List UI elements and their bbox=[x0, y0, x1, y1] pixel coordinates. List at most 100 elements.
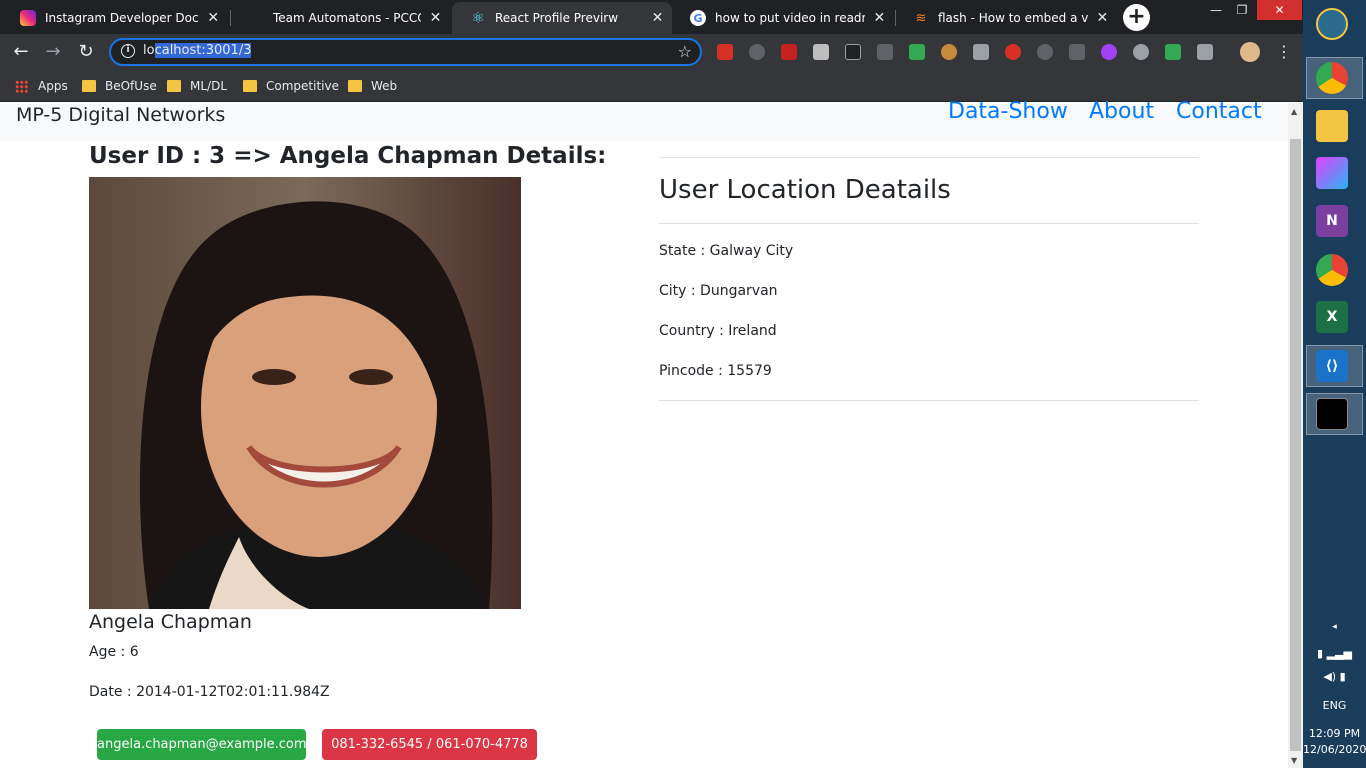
volume-icon[interactable]: ◀) ▮ bbox=[1303, 670, 1366, 683]
user-photo bbox=[89, 177, 521, 609]
nav-link-about[interactable]: About bbox=[1089, 99, 1154, 124]
phone-button[interactable]: 081-332-6545 / 061-070-4778 bbox=[322, 729, 537, 760]
location-country: Country : Ireland bbox=[659, 323, 777, 339]
tab-close-icon[interactable]: ✕ bbox=[429, 10, 442, 26]
bookmark-label: ML/DL bbox=[190, 79, 228, 93]
url-text[interactable]: localhost:3001/3 bbox=[143, 43, 252, 58]
divider bbox=[659, 223, 1199, 224]
cmd-icon[interactable] bbox=[1316, 398, 1348, 430]
folder-icon bbox=[82, 80, 96, 92]
bookmark-apps[interactable]: Apps bbox=[15, 77, 68, 95]
scroll-up-icon[interactable]: ▲ bbox=[1291, 107, 1297, 116]
tab-strip: Instagram Developer Docume ✕ Team Automa… bbox=[0, 0, 1303, 34]
pocket-icon[interactable] bbox=[1069, 44, 1085, 60]
address-bar[interactable]: i localhost:3001/3 ☆ bbox=[109, 38, 702, 66]
extension-pen-icon[interactable] bbox=[877, 44, 893, 60]
bookmark-label: BeOfUse bbox=[105, 79, 157, 93]
folder-icon bbox=[243, 80, 257, 92]
divider bbox=[659, 400, 1199, 401]
location-title: User Location Deatails bbox=[659, 175, 951, 205]
profile-avatar[interactable] bbox=[1240, 42, 1260, 62]
user-name: Angela Chapman bbox=[89, 611, 252, 633]
site-info-icon[interactable]: i bbox=[121, 44, 135, 58]
browser-toolbar: ← → ↻ i localhost:3001/3 ☆ ⋮ bbox=[0, 34, 1303, 70]
tab-instagram[interactable]: Instagram Developer Docume ✕ bbox=[2, 2, 228, 34]
scroll-down-icon[interactable]: ▼ bbox=[1291, 756, 1297, 765]
site-brand[interactable]: MP-5 Digital Networks bbox=[16, 104, 225, 126]
extension-circle-icon[interactable] bbox=[1037, 44, 1053, 60]
back-button[interactable]: ← bbox=[10, 41, 32, 63]
file-explorer-icon[interactable] bbox=[1316, 110, 1348, 142]
tab-google-search[interactable]: G how to put video in readme - ✕ bbox=[672, 2, 894, 34]
new-tab-button[interactable]: + bbox=[1123, 4, 1150, 31]
instagram-icon bbox=[20, 10, 36, 26]
chrome-icon[interactable] bbox=[1316, 62, 1348, 94]
folder-icon bbox=[348, 80, 362, 92]
user-heading: User ID : 3 => Angela Chapman Details: bbox=[89, 143, 607, 169]
tab-close-icon[interactable]: ✕ bbox=[1096, 10, 1109, 26]
bookmark-star-icon[interactable]: ☆ bbox=[678, 42, 692, 61]
tab-close-icon[interactable]: ✕ bbox=[873, 10, 886, 26]
extension-check-icon[interactable] bbox=[1165, 44, 1181, 60]
tab-title: Team Automatons - PCCOE C bbox=[273, 11, 421, 25]
bookmark-mldl[interactable]: ML/DL bbox=[167, 77, 227, 95]
forward-button[interactable]: → bbox=[42, 41, 64, 63]
tab-title: React Profile Previrw bbox=[495, 11, 619, 25]
scroll-thumb[interactable] bbox=[1290, 139, 1301, 751]
tab-react-profile[interactable]: ⚛ React Profile Previrw ✕ bbox=[452, 2, 672, 34]
url-selection: calhost:3001/3 bbox=[154, 43, 252, 58]
extension-grey-icon[interactable] bbox=[973, 44, 989, 60]
browser-window: Instagram Developer Docume ✕ Team Automa… bbox=[0, 0, 1303, 768]
restore-button[interactable]: ❐ bbox=[1229, 0, 1255, 20]
onenote-icon[interactable]: N bbox=[1316, 205, 1348, 237]
email-button[interactable]: angela.chapman@example.com bbox=[97, 729, 307, 760]
extension-face-icon[interactable] bbox=[1133, 44, 1149, 60]
tab-title: flash - How to embed a video bbox=[938, 11, 1088, 25]
adblock-plus-icon[interactable] bbox=[1005, 44, 1021, 60]
nav-link-data-show[interactable]: Data-Show bbox=[948, 99, 1068, 124]
windows-taskbar: N X ⟨⟩ ◂ ▮ ▂▃▅ ◀) ▮ ENG 12:09 PM 12/06/2… bbox=[1303, 0, 1366, 768]
reload-button[interactable]: ↻ bbox=[75, 41, 97, 63]
location-city: City : Dungarvan bbox=[659, 283, 778, 299]
extension-puzzle-icon[interactable] bbox=[781, 44, 797, 60]
extension-purple-icon[interactable] bbox=[1101, 44, 1117, 60]
window-close-button[interactable]: ✕ bbox=[1257, 0, 1302, 20]
tab-close-icon[interactable]: ✕ bbox=[206, 10, 220, 26]
tab-stackoverflow[interactable]: ≋ flash - How to embed a video ✕ bbox=[895, 2, 1117, 34]
page-scrollbar[interactable]: ▲ ▼ bbox=[1288, 103, 1303, 768]
tab-team-automatons[interactable]: Team Automatons - PCCOE C ✕ bbox=[230, 2, 450, 34]
extension-red-icon[interactable] bbox=[717, 44, 733, 60]
chrome-menu-icon[interactable]: ⋮ bbox=[1276, 42, 1292, 61]
nav-link-contact[interactable]: Contact bbox=[1176, 99, 1262, 124]
vscode-icon[interactable]: ⟨⟩ bbox=[1316, 350, 1348, 382]
extension-green-icon[interactable] bbox=[909, 44, 925, 60]
minimize-button[interactable]: — bbox=[1203, 0, 1229, 20]
react-icon: ⚛ bbox=[471, 9, 485, 27]
app-tile-icon[interactable] bbox=[1316, 157, 1348, 189]
chrome-icon[interactable] bbox=[1316, 254, 1348, 286]
bookmark-label: Apps bbox=[38, 79, 68, 93]
bookmark-label: Competitive bbox=[266, 79, 339, 93]
profile-photo-illustration bbox=[89, 177, 521, 609]
extension-globe-icon[interactable] bbox=[749, 44, 765, 60]
web-page: MP-5 Digital Networks Data-Show About Co… bbox=[0, 99, 1288, 768]
language-indicator[interactable]: ENG bbox=[1303, 699, 1366, 712]
user-date: Date : 2014-01-12T02:01:11.984Z bbox=[89, 684, 330, 700]
extension-window-icon[interactable] bbox=[1197, 44, 1213, 60]
tab-close-icon[interactable]: ✕ bbox=[651, 10, 664, 26]
url-prefix: lo bbox=[143, 43, 155, 58]
extension-cookie-icon[interactable] bbox=[941, 44, 957, 60]
clock-time[interactable]: 12:09 PM bbox=[1303, 727, 1366, 740]
bookmark-competitive[interactable]: Competitive bbox=[243, 77, 339, 95]
bookmark-beofuse[interactable]: BeOfUse bbox=[82, 77, 157, 95]
excel-icon[interactable]: X bbox=[1316, 301, 1348, 333]
bookmark-web[interactable]: Web bbox=[348, 77, 397, 95]
extension-mmra-icon[interactable] bbox=[813, 44, 829, 60]
extension-m-icon[interactable] bbox=[845, 44, 861, 60]
tray-expand-icon[interactable]: ◂ bbox=[1303, 622, 1366, 632]
shell-icon[interactable] bbox=[1316, 8, 1348, 40]
clock-date[interactable]: 12/06/2020 bbox=[1303, 743, 1366, 756]
network-icon[interactable]: ▮ ▂▃▅ bbox=[1303, 647, 1366, 660]
google-icon: G bbox=[690, 10, 706, 26]
blank-icon bbox=[248, 10, 264, 26]
